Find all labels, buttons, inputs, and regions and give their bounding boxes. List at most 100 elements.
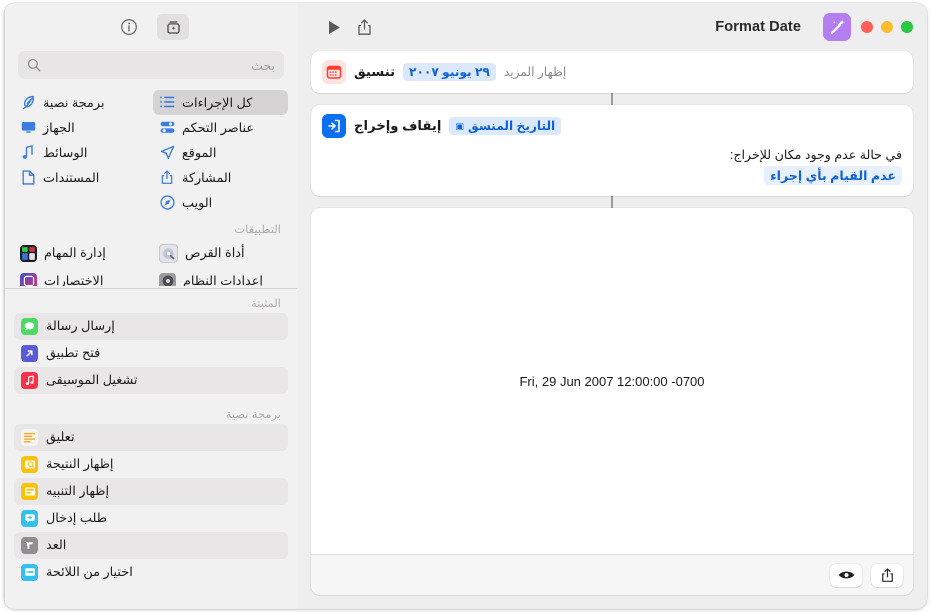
- token-label: ٢٩ يونيو ٢٠٠٧: [409, 65, 490, 79]
- add-action-icon: [166, 20, 180, 34]
- sidebar-item-label: المستندات: [43, 169, 100, 185]
- pinned-list: إرسال رسالة فتح تطبيق تشغيل الموسيقى: [5, 312, 297, 394]
- sidebar-item-label: إدارة المهام: [44, 245, 106, 260]
- list-item-label: طلب إدخال: [46, 510, 107, 525]
- sidebar-item-label: إعدادات النظام: [183, 273, 263, 286]
- list-item-label: تعليق: [46, 429, 75, 444]
- close-button[interactable]: [901, 21, 913, 33]
- quicklook-result-button[interactable]: [830, 563, 862, 587]
- stop-output-icon: [322, 114, 346, 138]
- sliders-icon: [159, 120, 175, 136]
- sidebar-item-label: الوسائط: [43, 144, 88, 160]
- show-alert-icon: [21, 482, 38, 500]
- compass-icon: [159, 195, 175, 211]
- sidebar-item-label: عناصر التحكم: [182, 119, 255, 135]
- choose-from-list-icon: [21, 563, 38, 581]
- applications-section-header: التطبيقات: [234, 224, 281, 236]
- sidebar-item-disk-utility[interactable]: أداة القرص: [153, 239, 288, 267]
- calendar-icon: [322, 60, 346, 84]
- no-output-label: في حالة عدم وجود مكان للإخراج:: [729, 148, 902, 162]
- sidebar-item-controls[interactable]: عناصر التحكم: [153, 115, 288, 140]
- list-item-label: إرسال رسالة: [46, 318, 115, 333]
- action-header: إيقاف وإخراج ▣ التاريخ المنسق: [311, 105, 913, 147]
- info-icon: [121, 19, 137, 35]
- action-date-token[interactable]: ٢٩ يونيو ٢٠٠٧: [403, 63, 496, 81]
- share-result-button[interactable]: [871, 563, 903, 587]
- list-item-label: إظهار التنبيه: [46, 483, 110, 498]
- share-icon: [357, 18, 371, 35]
- list-item-choose-from-list[interactable]: اختيار من اللائحة: [14, 559, 288, 586]
- share-button[interactable]: [349, 14, 379, 40]
- workflow-action-card[interactable]: تنسيق ٢٩ يونيو ٢٠٠٧ إظهار المزيد: [311, 51, 913, 93]
- show-result-icon: [21, 455, 38, 473]
- sidebar-item-label: برمجة نصية: [43, 94, 105, 110]
- run-button[interactable]: [319, 14, 349, 40]
- list-item-count[interactable]: ٣ العد: [14, 531, 288, 559]
- results-content: Fri, 29 Jun 2007 12:00:00 -0700: [311, 208, 913, 554]
- sidebar-item-documents[interactable]: المستندات: [14, 165, 149, 190]
- workflow-canvas: تنسيق ٢٩ يونيو ٢٠٠٧ إظهار المزيد إيقاف و…: [297, 51, 927, 609]
- document-badge[interactable]: [823, 13, 851, 41]
- search-container: بحث: [5, 51, 297, 88]
- search-icon: [27, 58, 41, 72]
- no-output-option[interactable]: عدم القيام بأي إجراء: [764, 166, 902, 185]
- sidebar-item-mission-control[interactable]: إدارة المهام: [14, 239, 149, 267]
- open-app-icon: [21, 344, 38, 362]
- add-action-button[interactable]: [157, 14, 189, 40]
- share-icon: [881, 567, 893, 582]
- disk-utility-icon: [159, 243, 178, 263]
- play-icon: [328, 20, 340, 34]
- list-item-show-alert[interactable]: إظهار التنبيه: [14, 477, 288, 505]
- count-icon: ٣: [21, 536, 38, 554]
- workflow-action-card[interactable]: إيقاف وإخراج ▣ التاريخ المنسق في حالة عد…: [311, 105, 913, 196]
- search-input[interactable]: بحث: [47, 58, 275, 73]
- sidebar-item-all-actions[interactable]: كل الإجراءات: [153, 90, 288, 115]
- list-item-play-music[interactable]: تشغيل الموسيقى: [14, 366, 288, 394]
- sidebar-item-device[interactable]: الجهاز: [14, 115, 149, 140]
- list-item-show-result[interactable]: إظهار النتيجة: [14, 451, 288, 478]
- shortcuts-icon: [20, 272, 37, 286]
- show-more-link[interactable]: إظهار المزيد: [504, 65, 566, 79]
- list-icon: [159, 95, 175, 111]
- scripting-section-header: برمجة نصية: [225, 408, 281, 421]
- action-connector: [611, 93, 613, 105]
- sidebar-item-label: الموقع: [182, 144, 217, 160]
- list-item-label: فتح تطبيق: [46, 345, 101, 360]
- results-footer: [311, 554, 913, 595]
- sidebar-item-label: الاختصارات: [44, 273, 104, 286]
- list-item-label: تشغيل الموسيقى: [46, 372, 138, 387]
- display-icon: [20, 120, 36, 136]
- count-glyph: ٣: [26, 539, 33, 552]
- feather-icon: [20, 95, 36, 111]
- action-input-token[interactable]: ▣ التاريخ المنسق: [449, 117, 562, 135]
- sidebar-item-location[interactable]: الموقع: [153, 140, 288, 165]
- sidebar-item-media[interactable]: الوسائط: [14, 140, 149, 165]
- sidebar-item-label: كل الإجراءات: [182, 94, 253, 110]
- list-item-label: اختيار من اللائحة: [46, 564, 133, 579]
- traffic-lights: [861, 21, 913, 33]
- magic-wand-icon: [830, 19, 845, 34]
- token-label: التاريخ المنسق: [467, 119, 556, 133]
- search-field[interactable]: بحث: [18, 51, 284, 79]
- sidebar-item-label: أداة القرص: [185, 245, 245, 260]
- automator-window: Format Date تنسيق ٢٩ يونيو ٢٠٠٧ إظهار ال…: [4, 3, 927, 609]
- sidebar-item-web[interactable]: الويب: [153, 190, 288, 215]
- list-item-open-app[interactable]: فتح تطبيق: [14, 340, 288, 367]
- share-icon: [159, 170, 175, 186]
- list-item-comment[interactable]: تعليق: [14, 423, 288, 451]
- comment-icon: [21, 428, 38, 446]
- token-square-icon: ▣: [455, 120, 464, 131]
- sidebar-item-scripting[interactable]: برمجة نصية: [14, 90, 149, 115]
- action-body: في حالة عدم وجود مكان للإخراج: عدم القيا…: [311, 147, 913, 196]
- sidebar-item-sharing[interactable]: المشاركة: [153, 165, 288, 190]
- sidebar-item-shortcuts[interactable]: الاختصارات: [14, 267, 149, 286]
- sidebar-item-label: الويب: [182, 194, 213, 210]
- sidebar-item-label: المشاركة: [182, 169, 232, 185]
- minimize-button[interactable]: [881, 21, 893, 33]
- list-item-send-message[interactable]: إرسال رسالة: [14, 312, 288, 340]
- list-item-ask-for-input[interactable]: طلب إدخال: [14, 505, 288, 532]
- sidebar-item-system-settings[interactable]: إعدادات النظام: [153, 267, 288, 286]
- info-button[interactable]: [113, 14, 145, 40]
- list-item-label: العد: [46, 537, 67, 552]
- zoom-button[interactable]: [861, 21, 873, 33]
